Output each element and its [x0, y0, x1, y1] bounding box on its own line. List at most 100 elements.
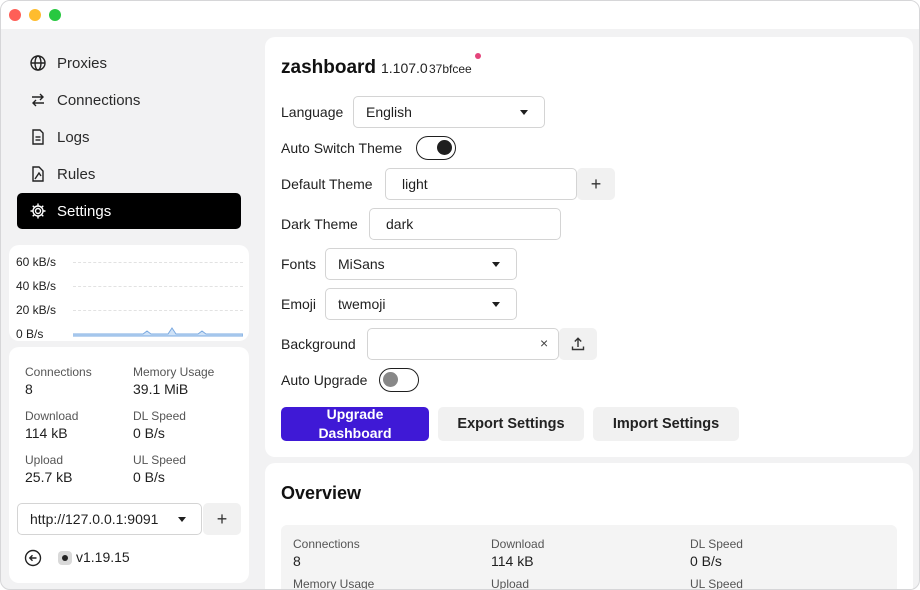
connections-value: 8 — [293, 553, 301, 569]
sidebar-item-connections[interactable]: Connections — [17, 82, 241, 118]
sidebar-item-label: Settings — [57, 202, 112, 220]
close-window-button[interactable] — [9, 9, 21, 21]
background-label: Background — [281, 336, 356, 352]
toggle-knob — [437, 140, 452, 155]
add-theme-button[interactable]: + — [577, 168, 615, 200]
auto-switch-theme-label: Auto Switch Theme — [281, 140, 403, 156]
toggle-knob — [383, 372, 398, 387]
connections-value: 8 — [25, 381, 33, 397]
minimize-window-button[interactable] — [29, 9, 41, 21]
language-value: English — [366, 104, 412, 120]
memory-usage-label: Memory Usage — [293, 577, 375, 590]
sidebar-item-settings[interactable]: Settings — [17, 193, 241, 229]
chart-tick-label: 40 kB/s — [16, 279, 57, 293]
core-version: v1.19.15 — [76, 549, 130, 565]
app-version: 1.107.0 — [381, 60, 428, 76]
backend-select[interactable]: http://127.0.0.1:9091 — [17, 503, 202, 535]
overview-card: Overview Connections 8 Download 114 kB D… — [265, 463, 913, 590]
memory-usage-label: Memory Usage — [133, 365, 215, 379]
fonts-select[interactable]: MiSans — [325, 248, 517, 280]
sidebar-item-label: Rules — [57, 165, 96, 183]
settings-card: zashboard 1.107.0 37bfcee Language Engli… — [265, 37, 913, 457]
sidebar-item-label: Connections — [57, 91, 141, 109]
upgrade-button-line1: Upgrade — [326, 406, 384, 422]
sidebar-item-label: Proxies — [57, 54, 108, 72]
sidebar-item-proxies[interactable]: Proxies — [17, 45, 241, 81]
dl-speed-value: 0 B/s — [690, 553, 722, 569]
app-title: zashboard — [281, 57, 377, 78]
chart-gridline — [73, 310, 243, 311]
chart-gridline — [73, 262, 243, 263]
default-theme-label: Default Theme — [281, 176, 373, 192]
upload-icon — [571, 337, 585, 351]
sidebar-item-rules[interactable]: Rules — [17, 156, 241, 192]
rules-icon — [29, 165, 47, 183]
stats-panel: Connections 8 Memory Usage 39.1 MiB Down… — [9, 347, 249, 583]
overview-title: Overview — [281, 483, 362, 503]
document-icon — [29, 128, 47, 146]
chevron-down-icon — [520, 110, 528, 115]
backend-url: http://127.0.0.1:9091 — [30, 511, 159, 527]
traffic-chart: 60 kB/s 40 kB/s 20 kB/s 0 B/s — [9, 245, 249, 341]
chart-gridline — [73, 286, 243, 287]
chart-tick-label: 20 kB/s — [16, 303, 57, 317]
download-label: Download — [25, 409, 79, 423]
dark-theme-label: Dark Theme — [281, 216, 358, 232]
clear-icon[interactable]: × — [540, 335, 548, 351]
chevron-down-icon — [492, 302, 500, 307]
default-theme-value: light — [402, 176, 428, 192]
emoji-value: twemoji — [338, 296, 386, 312]
dl-speed-label: DL Speed — [690, 537, 743, 551]
dl-speed-value: 0 B/s — [133, 425, 165, 441]
core-icon — [58, 551, 72, 565]
add-backend-button[interactable]: + — [203, 503, 241, 535]
emoji-label: Emoji — [281, 296, 317, 312]
dark-theme-select[interactable]: dark — [369, 208, 561, 240]
language-label: Language — [281, 104, 344, 120]
sidebar-item-logs[interactable]: Logs — [17, 119, 241, 155]
download-value: 114 kB — [25, 425, 68, 441]
fonts-label: Fonts — [281, 256, 317, 272]
app-commit-hash: 37bfcee — [429, 62, 472, 76]
arrows-swap-icon — [29, 91, 47, 109]
language-select[interactable]: English — [353, 96, 545, 128]
ul-speed-label: UL Speed — [133, 453, 186, 467]
emoji-select[interactable]: twemoji — [325, 288, 517, 320]
back-arrow-icon[interactable] — [24, 549, 42, 567]
upload-label: Upload — [25, 453, 64, 467]
memory-usage-value: 39.1 MiB — [133, 381, 189, 397]
title-bar — [1, 1, 919, 29]
globe-icon — [29, 54, 47, 72]
overview-stats: Connections 8 Download 114 kB DL Speed 0… — [281, 525, 897, 590]
background-input[interactable]: × — [367, 328, 559, 360]
upgrade-button-line2: Dashboard — [318, 425, 392, 441]
auto-upgrade-toggle[interactable] — [379, 368, 419, 392]
chevron-down-icon — [178, 517, 186, 522]
traffic-graph-line — [73, 327, 243, 337]
ul-speed-label: UL Speed — [690, 577, 743, 590]
ul-speed-value: 0 B/s — [133, 469, 165, 485]
dark-theme-value: dark — [386, 216, 414, 232]
sidebar-item-label: Logs — [57, 128, 90, 146]
upgrade-dashboard-button[interactable]: Upgrade Dashboard — [281, 406, 429, 441]
update-indicator-dot — [475, 53, 481, 59]
connections-label: Connections — [25, 365, 92, 379]
upload-label: Upload — [491, 577, 530, 590]
chart-tick-label: 0 B/s — [16, 327, 44, 341]
export-settings-button[interactable]: Export Settings — [438, 407, 584, 441]
upload-value: 25.7 kB — [25, 469, 73, 485]
dl-speed-label: DL Speed — [133, 409, 186, 423]
fonts-value: MiSans — [338, 256, 385, 272]
download-label: Download — [491, 537, 545, 551]
import-settings-button[interactable]: Import Settings — [593, 407, 739, 441]
upload-background-button[interactable] — [559, 328, 597, 360]
default-theme-select[interactable]: light — [385, 168, 577, 200]
connections-label: Connections — [293, 537, 360, 551]
app-window: Proxies Connections Logs Rules Settings — [0, 0, 920, 590]
auto-switch-theme-toggle[interactable] — [416, 136, 456, 160]
chart-tick-label: 60 kB/s — [16, 255, 57, 269]
maximize-window-button[interactable] — [49, 9, 61, 21]
auto-upgrade-label: Auto Upgrade — [281, 372, 368, 388]
gear-icon — [29, 202, 47, 220]
chevron-down-icon — [492, 262, 500, 267]
